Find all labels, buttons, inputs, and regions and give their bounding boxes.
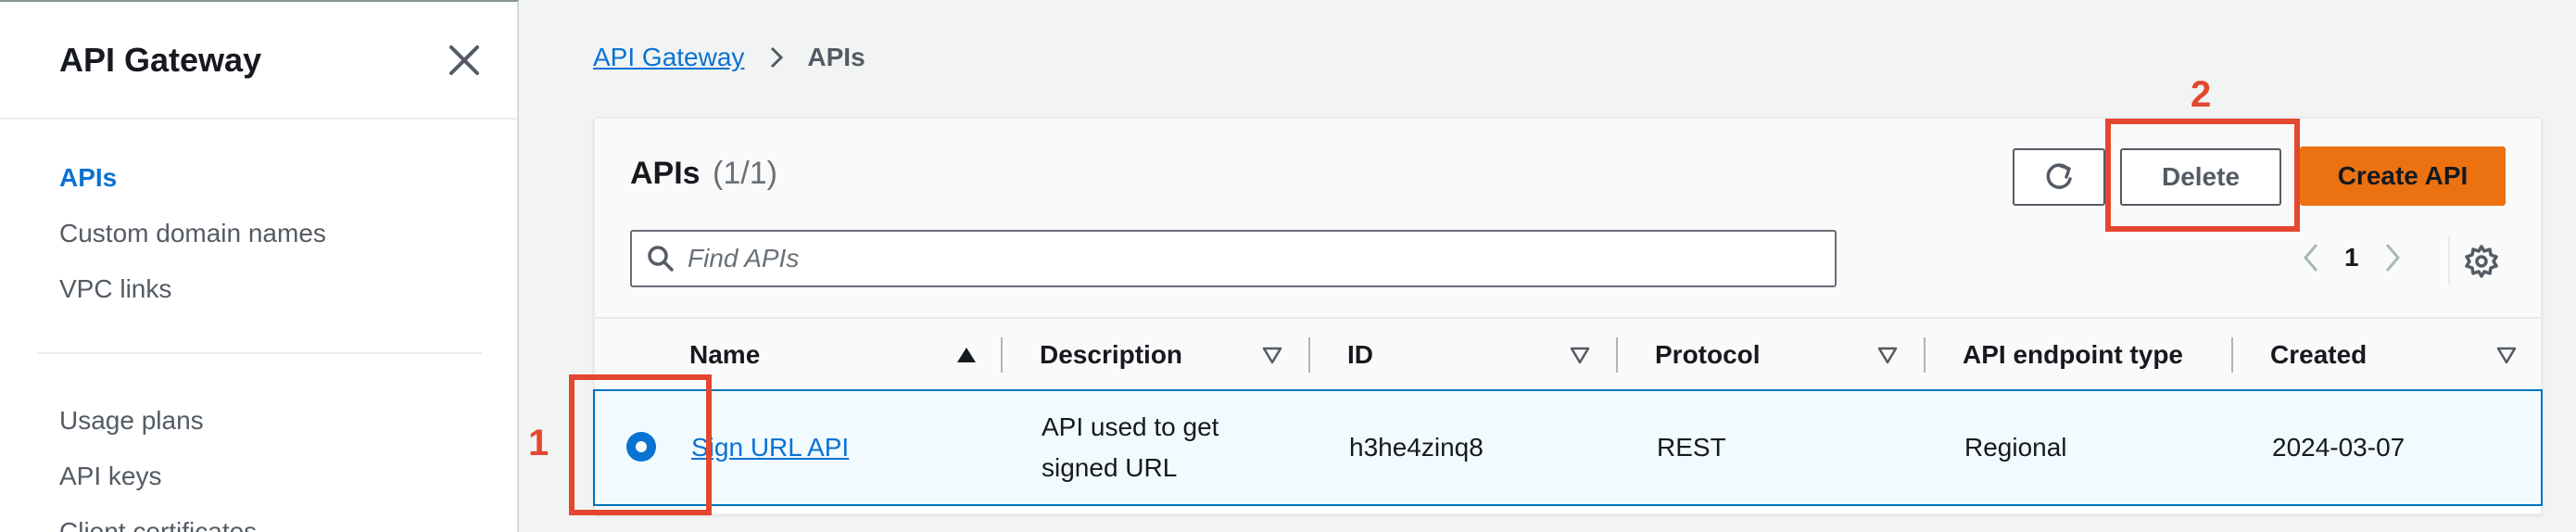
page-number[interactable]: 1 [2344,243,2359,272]
panel-count: (1/1) [713,156,777,191]
annotation-number-2: 2 [2191,74,2212,115]
sort-icon[interactable] [1262,345,1282,365]
chevron-right-icon[interactable] [2376,237,2409,278]
sidebar-item-api-keys[interactable]: API keys [59,462,161,491]
column-separator[interactable] [2231,337,2233,373]
api-description-line: signed URL [1042,453,1178,482]
api-created-date: 2024-03-07 [2272,433,2406,462]
sort-ascending-icon[interactable] [956,345,977,365]
api-endpoint-type: Regional [1964,433,2067,462]
column-header-endpoint-type[interactable]: API endpoint type [1963,319,2183,391]
sidebar: API Gateway APIs Custom domain names VPC… [0,0,519,532]
refresh-button[interactable] [2013,148,2105,206]
sidebar-title: API Gateway [59,41,262,79]
column-header-id[interactable]: ID [1347,319,1373,391]
column-separator[interactable] [1616,337,1618,373]
column-separator[interactable] [1001,337,1003,373]
column-header-protocol[interactable]: Protocol [1655,319,1761,391]
sidebar-item-custom-domain-names[interactable]: Custom domain names [59,219,326,248]
close-icon[interactable] [447,43,482,78]
table-row[interactable]: Sign URL API API used to get signed URL … [593,389,2543,506]
sort-icon[interactable] [1877,345,1898,365]
annotation-box-2 [2105,119,2300,232]
sort-icon[interactable] [2496,345,2517,365]
search-field[interactable] [630,230,1837,287]
column-header-description[interactable]: Description [1040,319,1182,391]
create-api-button[interactable]: Create API [2300,146,2506,206]
breadcrumb: API Gateway APIs [593,43,865,72]
api-description: API used to get signed URL [1042,391,1219,504]
pagination-divider [2448,235,2450,285]
annotation-box-1 [569,374,712,515]
table-header: Name Description ID Protocol API endpoin… [595,319,2541,391]
api-protocol: REST [1657,433,1726,462]
column-header-created[interactable]: Created [2270,319,2367,391]
refresh-icon [2046,163,2072,189]
panel-title-text: APIs [630,156,701,191]
sidebar-divider [0,118,517,120]
search-icon [648,246,674,272]
pagination: 1 [2294,237,2409,278]
column-separator[interactable] [1924,337,1926,373]
search-input[interactable] [688,244,1799,273]
column-separator[interactable] [1308,337,1310,373]
panel-title: APIs (1/1) [630,156,777,192]
api-name-link[interactable]: Sign URL API [691,427,849,468]
sidebar-item-client-certificates[interactable]: Client certificates [59,517,257,532]
sidebar-item-usage-plans[interactable]: Usage plans [59,406,204,436]
chevron-right-icon [771,46,784,69]
sidebar-item-apis[interactable]: APIs [59,163,117,193]
annotation-number-1: 1 [528,423,549,463]
api-id: h3he4zinq8 [1349,433,1484,462]
sidebar-item-vpc-links[interactable]: VPC links [59,274,171,304]
sort-icon[interactable] [1570,345,1590,365]
chevron-left-icon[interactable] [2294,237,2328,278]
sidebar-divider [37,352,482,354]
breadcrumb-root-link[interactable]: API Gateway [593,43,744,72]
gear-icon[interactable] [2463,243,2500,280]
breadcrumb-current: APIs [807,43,865,71]
api-description-line: API used to get [1042,412,1219,441]
